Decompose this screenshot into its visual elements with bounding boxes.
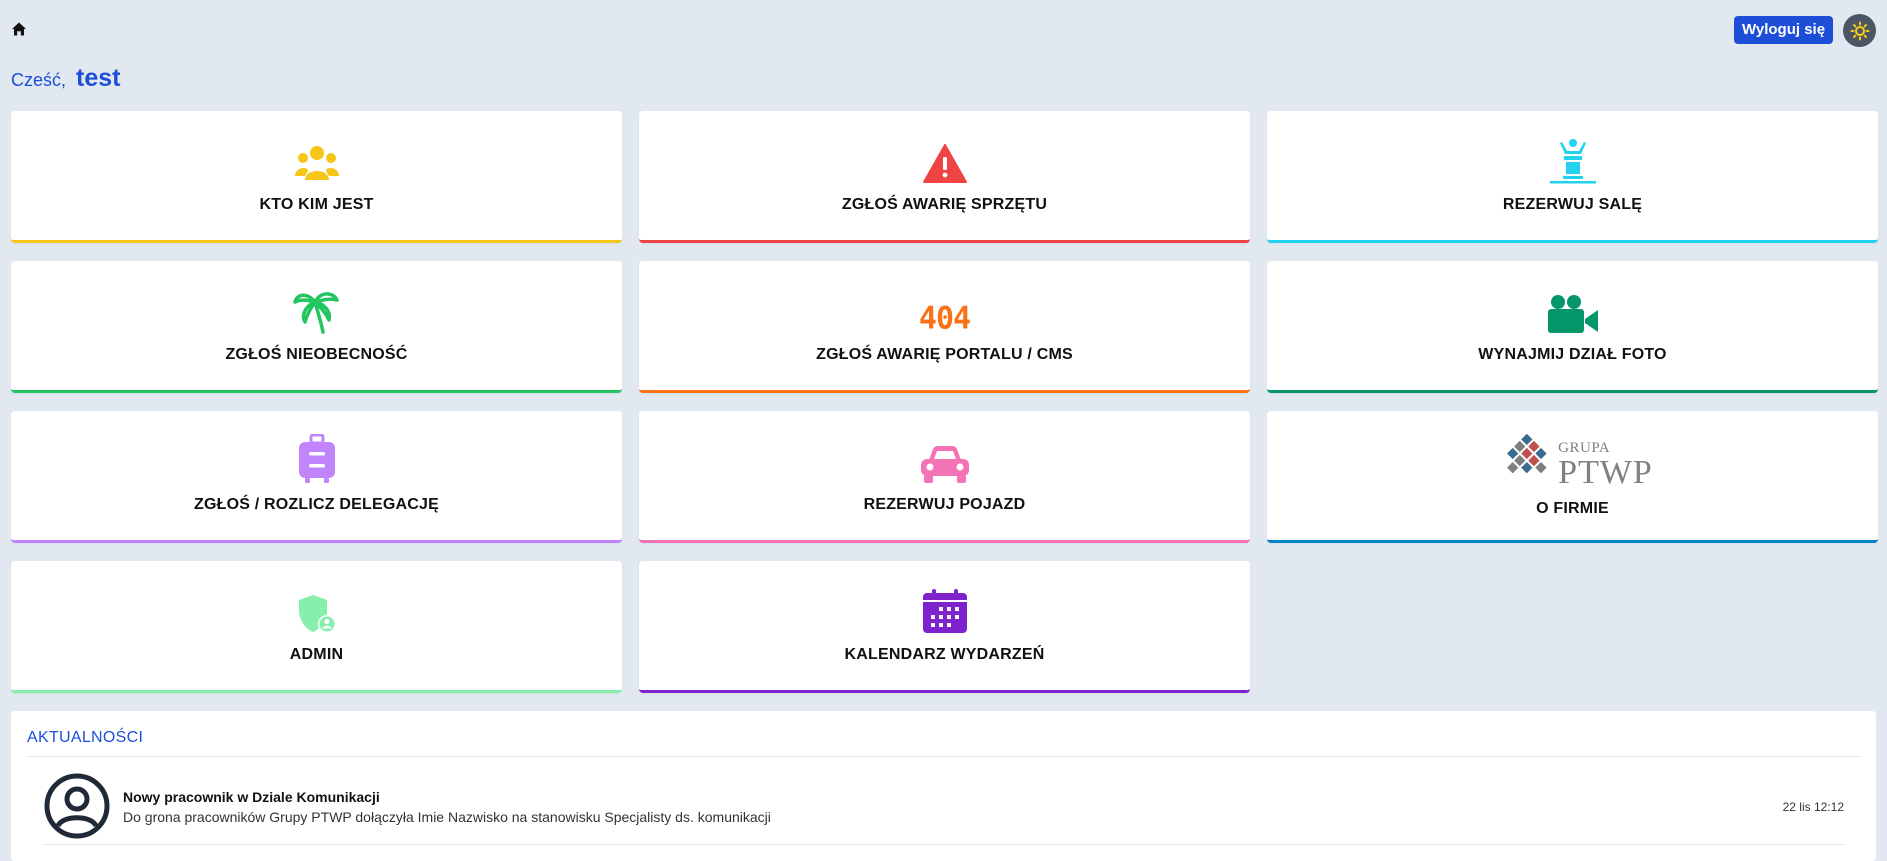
news-panel: AKTUALNOŚCI Nowy pracownik w Dziale Komu… — [11, 711, 1876, 861]
tile-rezerwuj-pojazd[interactable]: REZERWUJ POJAZD — [639, 411, 1250, 543]
tile-admin[interactable]: ADMIN — [11, 561, 622, 693]
tile-label: ZGŁOŚ AWARIĘ PORTALU / CMS — [816, 345, 1073, 363]
tile-label: ZGŁOŚ / ROZLICZ DELEGACJĘ — [193, 495, 439, 513]
logo-text-ptwp: PTWP — [1558, 453, 1653, 491]
tile-label: ADMIN — [289, 645, 344, 663]
tile-kalendarz-wydarzen[interactable]: KALENDARZ WYDARZEŃ — [639, 561, 1250, 693]
greeting-hello: Cześć, — [11, 70, 67, 90]
tile-label: WYNAJMIJ DZIAŁ FOTO — [1478, 345, 1667, 363]
person-podium-icon — [1548, 138, 1598, 184]
tile-rezerwuj-sale[interactable]: REZERWUJ SALĘ — [1267, 111, 1878, 243]
calendar-icon — [922, 588, 968, 634]
tile-zglos-nieobecnosc[interactable]: ZGŁOŚ NIEOBECNOŚĆ — [11, 261, 622, 393]
news-heading: AKTUALNOŚCI — [27, 729, 144, 746]
user-circle-icon — [44, 773, 110, 839]
greeting: Cześć, test — [11, 64, 120, 93]
palm-tree-icon — [292, 288, 341, 334]
top-bar: Wyloguj się — [0, 0, 1887, 60]
shield-user-icon — [297, 588, 337, 634]
tile-label: KTO KIM JEST — [259, 195, 374, 213]
news-item-title[interactable]: Nowy pracownik w Dziale Komunikacji — [123, 789, 380, 805]
people-group-icon — [294, 138, 340, 184]
news-item-body: Do grona pracowników Grupy PTWP dołączył… — [123, 809, 771, 825]
404-text: 404 — [918, 299, 971, 337]
tile-zglos-awarie-sprzetu[interactable]: ZGŁOŚ AWARIĘ SPRZĘTU — [639, 111, 1250, 243]
suitcase-icon — [297, 433, 337, 484]
tile-wynajmij-dzial-foto[interactable]: WYNAJMIJ DZIAŁ FOTO — [1267, 261, 1878, 393]
car-icon — [919, 438, 971, 484]
news-item[interactable]: Nowy pracownik w Dziale Komunikacji Do g… — [27, 773, 1860, 845]
tiles-grid: KTO KIM JEST ZGŁOŚ AWARIĘ SPRZĘTU REZERW… — [11, 111, 1878, 693]
tile-label: ZGŁOŚ NIEOBECNOŚĆ — [225, 345, 408, 363]
tile-zglos-awarie-portalu[interactable]: 404 ZGŁOŚ AWARIĘ PORTALU / CMS — [639, 261, 1250, 393]
tile-label: ZGŁOŚ AWARIĘ SPRZĘTU — [841, 195, 1048, 213]
tile-label: O FIRMIE — [1536, 499, 1609, 517]
greeting-username: test — [76, 64, 121, 92]
divider — [27, 756, 1860, 757]
video-camera-icon — [1547, 288, 1599, 334]
theme-toggle-button[interactable] — [1843, 14, 1876, 47]
tile-label: KALENDARZ WYDARZEŃ — [844, 645, 1045, 663]
tile-label: REZERWUJ SALĘ — [1502, 195, 1643, 213]
logout-button[interactable]: Wyloguj się — [1734, 16, 1834, 44]
grupa-ptwp-logo: GRUPA PTWP — [1492, 433, 1653, 491]
tile-o-firmie[interactable]: GRUPA PTWP O FIRMIE — [1267, 411, 1878, 543]
warning-triangle-icon — [922, 138, 967, 184]
news-item-time: 22 lis 12:12 — [1782, 800, 1844, 814]
sun-icon — [1850, 21, 1869, 40]
404-icon: 404 — [918, 288, 971, 337]
home-icon[interactable] — [11, 21, 27, 37]
tile-zglos-rozlicz-delegacje[interactable]: ZGŁOŚ / ROZLICZ DELEGACJĘ — [11, 411, 622, 543]
divider — [43, 844, 1844, 845]
tile-label: REZERWUJ POJAZD — [863, 495, 1026, 513]
tile-kto-kim-jest[interactable]: KTO KIM JEST — [11, 111, 622, 243]
